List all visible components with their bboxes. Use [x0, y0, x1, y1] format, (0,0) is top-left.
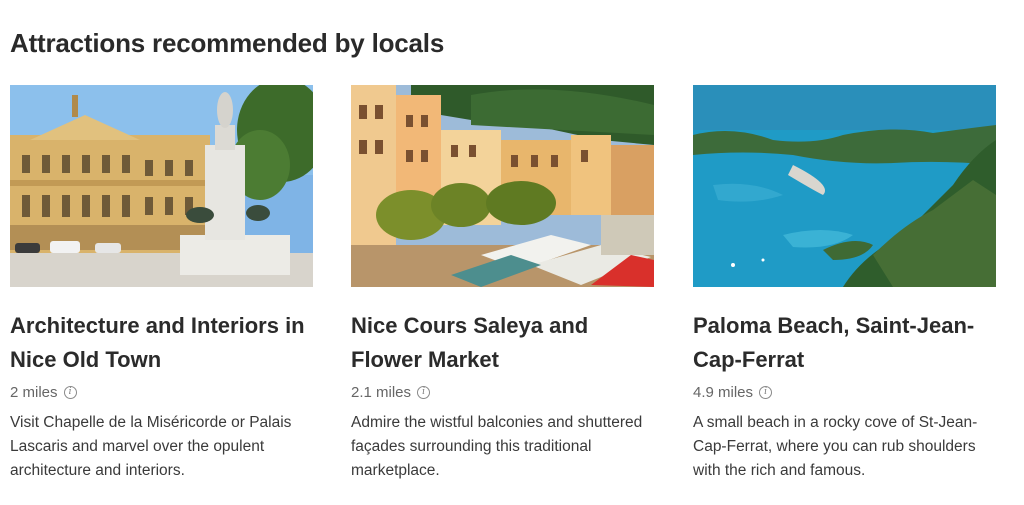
- attraction-description: A small beach in a rocky cove of St-Jean…: [693, 414, 978, 479]
- info-icon[interactable]: i: [417, 385, 431, 399]
- attraction-description: Visit Chapelle de la Miséricorde or Pala…: [10, 414, 292, 479]
- attraction-title[interactable]: Paloma Beach, Saint-Jean-Cap-Ferrat: [693, 309, 996, 377]
- attraction-title[interactable]: Architecture and Interiors in Nice Old T…: [10, 309, 313, 377]
- info-icon[interactable]: i: [759, 385, 773, 399]
- attraction-photo-market[interactable]: [351, 85, 654, 287]
- info-icon[interactable]: i: [63, 385, 77, 399]
- attraction-card-list: Architecture and Interiors in Nice Old T…: [10, 85, 1010, 505]
- distance-row: 2.1 miles i: [351, 381, 654, 403]
- attraction-card[interactable]: Paloma Beach, Saint-Jean-Cap-Ferrat 4.9 …: [693, 85, 996, 483]
- section-title: Attractions recommended by locals: [10, 28, 445, 58]
- attraction-photo-old-town[interactable]: [10, 85, 313, 287]
- attraction-photo-beach[interactable]: [693, 85, 996, 287]
- distance-value: 4.9 miles: [693, 383, 754, 401]
- attraction-card[interactable]: Architecture and Interiors in Nice Old T…: [10, 85, 313, 483]
- distance-row: 4.9 miles i: [693, 381, 996, 403]
- distance-value: 2 miles: [10, 383, 58, 401]
- distance-value: 2.1 miles: [351, 383, 412, 401]
- attraction-description: Admire the wistful balconies and shutter…: [351, 414, 643, 479]
- attraction-title[interactable]: Nice Cours Saleya and Flower Market: [351, 309, 654, 377]
- attraction-card[interactable]: Nice Cours Saleya and Flower Market 2.1 …: [351, 85, 654, 483]
- distance-row: 2 miles i: [10, 381, 313, 403]
